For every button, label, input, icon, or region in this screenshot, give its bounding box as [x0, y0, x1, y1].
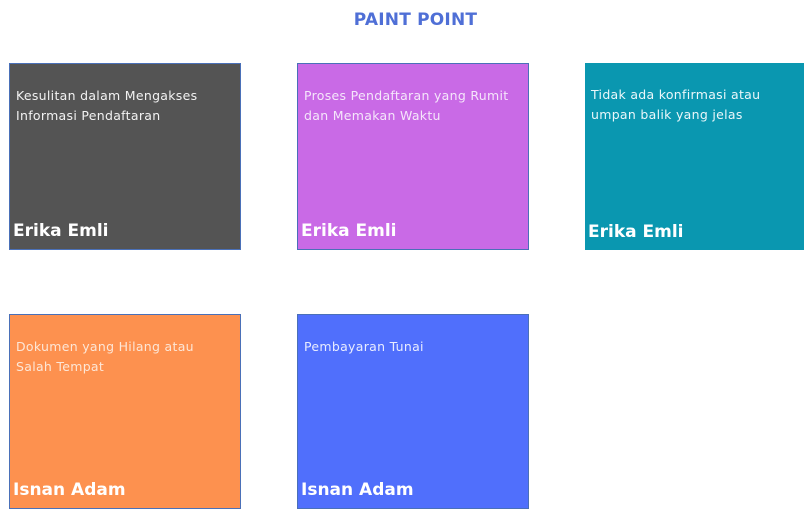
note-author: Isnan Adam [13, 480, 126, 500]
sticky-note-access-information[interactable]: Kesulitan dalam Mengakses Informasi Pend… [9, 63, 241, 250]
sticky-note-lost-documents[interactable]: Dokumen yang Hilang atau Salah Tempat Is… [9, 314, 241, 509]
sticky-note-cash-payment[interactable]: Pembayaran Tunai Isnan Adam [297, 314, 529, 509]
note-text: Tidak ada konfirmasi atau umpan balik ya… [591, 87, 761, 122]
note-text: Proses Pendaftaran yang Rumit dan Memaka… [304, 88, 509, 123]
note-text: Kesulitan dalam Mengakses Informasi Pend… [16, 88, 198, 123]
note-author: Erika Emli [588, 222, 684, 242]
note-text: Pembayaran Tunai [304, 339, 424, 354]
note-text: Dokumen yang Hilang atau Salah Tempat [16, 339, 194, 374]
sticky-note-no-confirmation[interactable]: Tidak ada konfirmasi atau umpan balik ya… [585, 63, 804, 250]
page-title: PAINT POINT [353, 10, 478, 30]
note-author: Erika Emli [301, 221, 397, 241]
note-author: Erika Emli [13, 221, 109, 241]
sticky-note-complicated-process[interactable]: Proses Pendaftaran yang Rumit dan Memaka… [297, 63, 529, 250]
note-author: Isnan Adam [301, 480, 414, 500]
